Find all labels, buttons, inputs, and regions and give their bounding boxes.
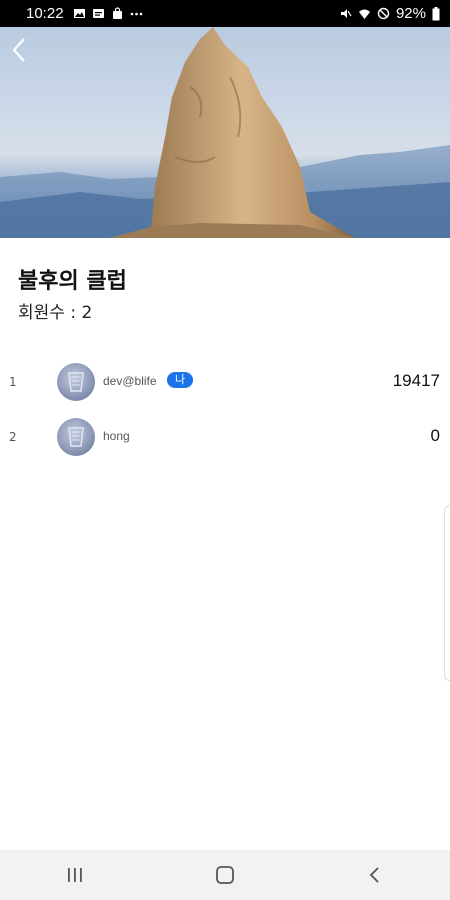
member-count: 회원수 : 2 [18, 303, 93, 323]
back-button[interactable] [6, 35, 34, 65]
dnd-icon [377, 7, 390, 20]
avatar [57, 363, 95, 401]
member-rank: 2 [9, 430, 17, 444]
recent-apps-icon [68, 868, 82, 882]
recent-apps-button[interactable] [45, 855, 105, 895]
member-rank: 1 [9, 375, 17, 389]
member-username: hong [103, 429, 130, 443]
member-score: 0 [430, 426, 440, 445]
bag-icon [112, 7, 122, 19]
home-icon [216, 866, 234, 884]
message-icon [92, 9, 104, 18]
wifi-icon [358, 9, 370, 19]
member-score: 19417 [392, 371, 440, 390]
home-button[interactable] [195, 855, 255, 895]
member-row[interactable]: 1 dev@blife 나 19417 [0, 357, 450, 407]
avatar-icon [68, 372, 84, 392]
gallery-icon [73, 9, 85, 18]
side-panel-handle[interactable] [444, 505, 450, 681]
system-nav-bar [0, 850, 450, 900]
status-time: 10:22 [26, 5, 64, 22]
status-bar: 10:22 92% [0, 0, 450, 27]
avatar [57, 418, 95, 456]
status-right: 92% [339, 5, 440, 22]
member-row[interactable]: 2 hong 0 [0, 412, 450, 462]
rock-landscape-image [0, 27, 450, 238]
club-name: 불후의 클럽 [18, 269, 127, 294]
notification-icons [73, 7, 143, 20]
battery-percent: 92% [395, 5, 426, 22]
battery-icon [432, 6, 440, 20]
me-badge: 나 [167, 372, 194, 388]
system-back-button[interactable] [345, 855, 405, 895]
mute-icon [340, 9, 352, 18]
member-username: dev@blife [103, 374, 157, 388]
back-icon [369, 867, 379, 883]
more-icon [130, 12, 142, 16]
club-cover-image [0, 27, 450, 238]
avatar-icon [68, 427, 84, 447]
